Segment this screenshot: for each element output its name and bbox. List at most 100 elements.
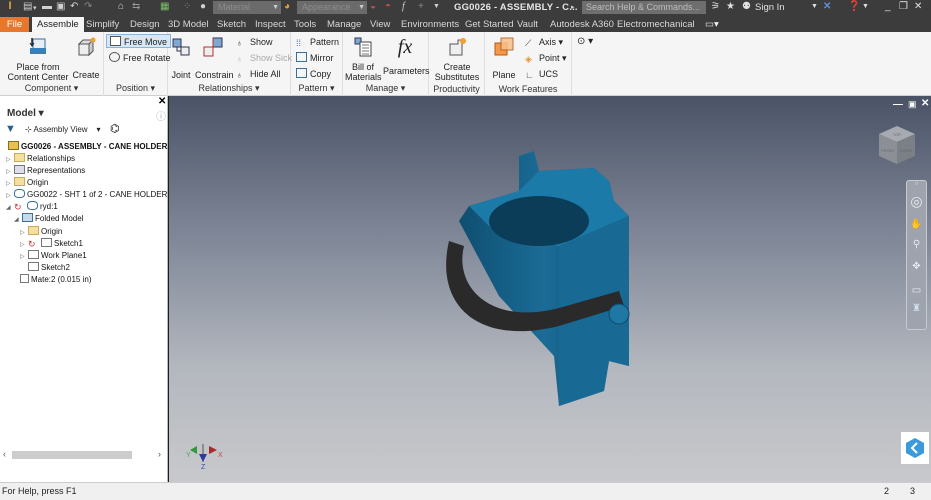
point-button[interactable]: ◈ Point ▾	[525, 51, 567, 65]
close-browser-icon[interactable]: ✕	[158, 96, 166, 107]
exchange-apps-icon[interactable]: ✕	[823, 1, 831, 12]
restore-document-icon[interactable]: ▣	[908, 99, 917, 110]
material-sphere-icon[interactable]: ●	[200, 1, 206, 12]
tab-vault[interactable]: Vault	[517, 17, 538, 32]
parameters-button[interactable]: fx Parameters	[383, 36, 430, 76]
search-input[interactable]: Search Help & Commands...	[582, 1, 706, 14]
expand-arrow-icon[interactable]: ▷	[20, 251, 28, 263]
panel-title-pattern[interactable]: Pattern ▾	[291, 83, 342, 94]
redo-icon[interactable]: ↷	[84, 1, 92, 12]
create-substitutes-button[interactable]: Create Substitutes	[431, 36, 483, 82]
browser-title[interactable]: Model ▾	[7, 108, 44, 119]
navbar-close-icon[interactable]: ○	[907, 181, 926, 187]
tab-assemble[interactable]: Assemble	[32, 17, 84, 32]
minimize-document-icon[interactable]: —	[893, 99, 903, 110]
cane-holder-model[interactable]	[439, 146, 699, 416]
plane-button[interactable]: Plane	[489, 36, 519, 80]
tab-3d-model[interactable]: 3D Model	[168, 17, 209, 32]
constrain-button[interactable]: Constrain	[195, 36, 234, 80]
home-icon[interactable]: ⌂	[118, 1, 124, 12]
zoom-icon[interactable]: ⚲	[907, 239, 926, 250]
tree-item-root-assembly[interactable]: GG0026 - ASSEMBLY - CANE HOLDER.ia	[8, 141, 176, 153]
scroll-left-icon[interactable]: ‹	[3, 449, 6, 459]
close-document-icon[interactable]: ✕	[921, 98, 929, 109]
tree-item-sketch2[interactable]: Sketch2	[28, 262, 70, 274]
joint-button[interactable]: Joint	[168, 36, 194, 80]
adjust-icon[interactable]: ◒	[370, 1, 376, 12]
tree-item-origin-sub[interactable]: ▷ Origin	[20, 226, 62, 238]
tab-autodesk-a360[interactable]: Autodesk A360	[550, 17, 614, 32]
create-component-button[interactable]: Create	[72, 36, 100, 80]
new-icon[interactable]: ▤	[23, 1, 32, 12]
search-expand-icon[interactable]: ▸	[571, 3, 575, 11]
tree-item-sketch1[interactable]: ▷ ↻ Sketch1	[20, 238, 83, 250]
material-combo[interactable]: Material ▼	[213, 1, 281, 14]
customize-icon[interactable]: ▼	[433, 3, 440, 10]
ribbon-options-button[interactable]: ⊙ ▾	[577, 35, 593, 49]
select-icon[interactable]: ⁘	[183, 1, 191, 12]
free-move-button[interactable]: Free Move	[106, 34, 172, 48]
appearance-icon[interactable]: ◕	[284, 1, 290, 12]
tab-electromechanical[interactable]: Electromechanical	[617, 17, 695, 32]
tab-get-started[interactable]: Get Started	[465, 17, 514, 32]
tree-item-origin[interactable]: ▷ Origin	[6, 177, 48, 189]
tree-item-part-gg0022[interactable]: ▷ GG0022 - SHT 1 of 2 - CANE HOLDER - BE	[6, 189, 185, 201]
tree-item-work-plane1[interactable]: ▷ Work Plane1	[20, 250, 87, 262]
user-icon[interactable]: ⚉	[742, 1, 751, 12]
tree-item-mate2[interactable]: Mate:2 (0.015 in)	[20, 274, 91, 286]
close-window-icon[interactable]: ✕	[914, 1, 922, 12]
show-button[interactable]: ♁ Show	[236, 35, 273, 49]
assembly-view-dropdown[interactable]: ⊹ Assembly View ▾	[25, 125, 100, 134]
open-icon[interactable]: ▬	[42, 1, 52, 12]
tab-inspect[interactable]: Inspect	[255, 17, 286, 32]
appearance-combo[interactable]: Appearance ▼	[297, 1, 367, 14]
fx-icon[interactable]: f	[402, 1, 405, 12]
ribbon-display-toggle-icon[interactable]: ▭▾	[705, 17, 719, 32]
tab-simplify[interactable]: Simplify	[86, 17, 119, 32]
inventor-logo[interactable]: I	[3, 0, 17, 16]
pan-hand-icon[interactable]: ✋	[907, 219, 926, 230]
look-at-icon[interactable]: ▭	[907, 285, 926, 296]
plus-icon[interactable]: +	[418, 1, 424, 12]
place-from-content-center-button[interactable]: Place from Content Center	[6, 36, 70, 82]
panel-title-relationships[interactable]: Relationships ▾	[168, 83, 290, 94]
tree-item-representations[interactable]: ▷ Representations	[6, 165, 85, 177]
sign-in-dropdown-icon[interactable]: ▼	[811, 3, 818, 10]
minimize-window-icon[interactable]: _	[885, 1, 891, 12]
panel-title-position[interactable]: Position ▾	[104, 83, 167, 94]
tab-design[interactable]: Design	[130, 17, 160, 32]
new-dropdown-icon[interactable]: ▾	[33, 4, 37, 12]
tree-item-relationships[interactable]: ▷ Relationships	[6, 153, 75, 165]
tab-file[interactable]: File	[0, 17, 29, 32]
tab-environments[interactable]: Environments	[401, 17, 459, 32]
hide-all-button[interactable]: ♁ Hide All	[236, 67, 281, 81]
help-icon[interactable]: ❓	[848, 1, 860, 12]
share-view-button[interactable]	[901, 432, 929, 464]
ucs-button[interactable]: ∟ UCS	[525, 67, 558, 81]
mirror-button[interactable]: Mirror	[296, 51, 334, 65]
undo-icon[interactable]: ↶	[70, 1, 78, 12]
tab-manage[interactable]: Manage	[327, 17, 361, 32]
help-dropdown-icon[interactable]: ▼	[862, 3, 869, 10]
graphics-viewport[interactable]: — ▣ ✕ TOP FRONT RIGHT ○ ◎ ✋ ⚲ ✥ ▭ ♜ Y X …	[169, 96, 931, 482]
browser-horizontal-scrollbar[interactable]: ‹ ›	[0, 448, 168, 462]
copy-button[interactable]: Copy	[296, 67, 331, 81]
panel-title-manage[interactable]: Manage ▾	[343, 83, 428, 94]
collapse-arrow-icon[interactable]: ◢	[14, 214, 22, 226]
clear-appearance-icon[interactable]: ◓	[385, 1, 391, 12]
save-icon[interactable]: ▣	[56, 1, 65, 12]
filter-icon[interactable]: ▼	[5, 123, 16, 135]
bill-of-materials-button[interactable]: Bill of Materials	[345, 36, 382, 82]
sign-in-link[interactable]: Sign In	[755, 2, 785, 13]
tree-item-folded-model[interactable]: ◢ Folded Model	[14, 213, 83, 225]
collapse-arrow-icon[interactable]: ◢	[6, 202, 14, 214]
tree-item-ryd[interactable]: ◢ ↻ ryd:1	[6, 201, 58, 213]
restore-window-icon[interactable]: ❐	[899, 1, 908, 12]
find-binoculars-icon[interactable]: ⌬	[110, 122, 120, 135]
scrollbar-thumb[interactable]	[12, 451, 132, 459]
communication-center-icon[interactable]: ⚞	[711, 1, 720, 12]
steering-wheel-icon[interactable]: ◎	[907, 193, 926, 210]
help-circle-icon[interactable]: ⓘ	[156, 108, 166, 123]
free-rotate-button[interactable]: Free Rotate	[109, 51, 171, 65]
panel-title-component[interactable]: Component ▾	[0, 83, 103, 94]
